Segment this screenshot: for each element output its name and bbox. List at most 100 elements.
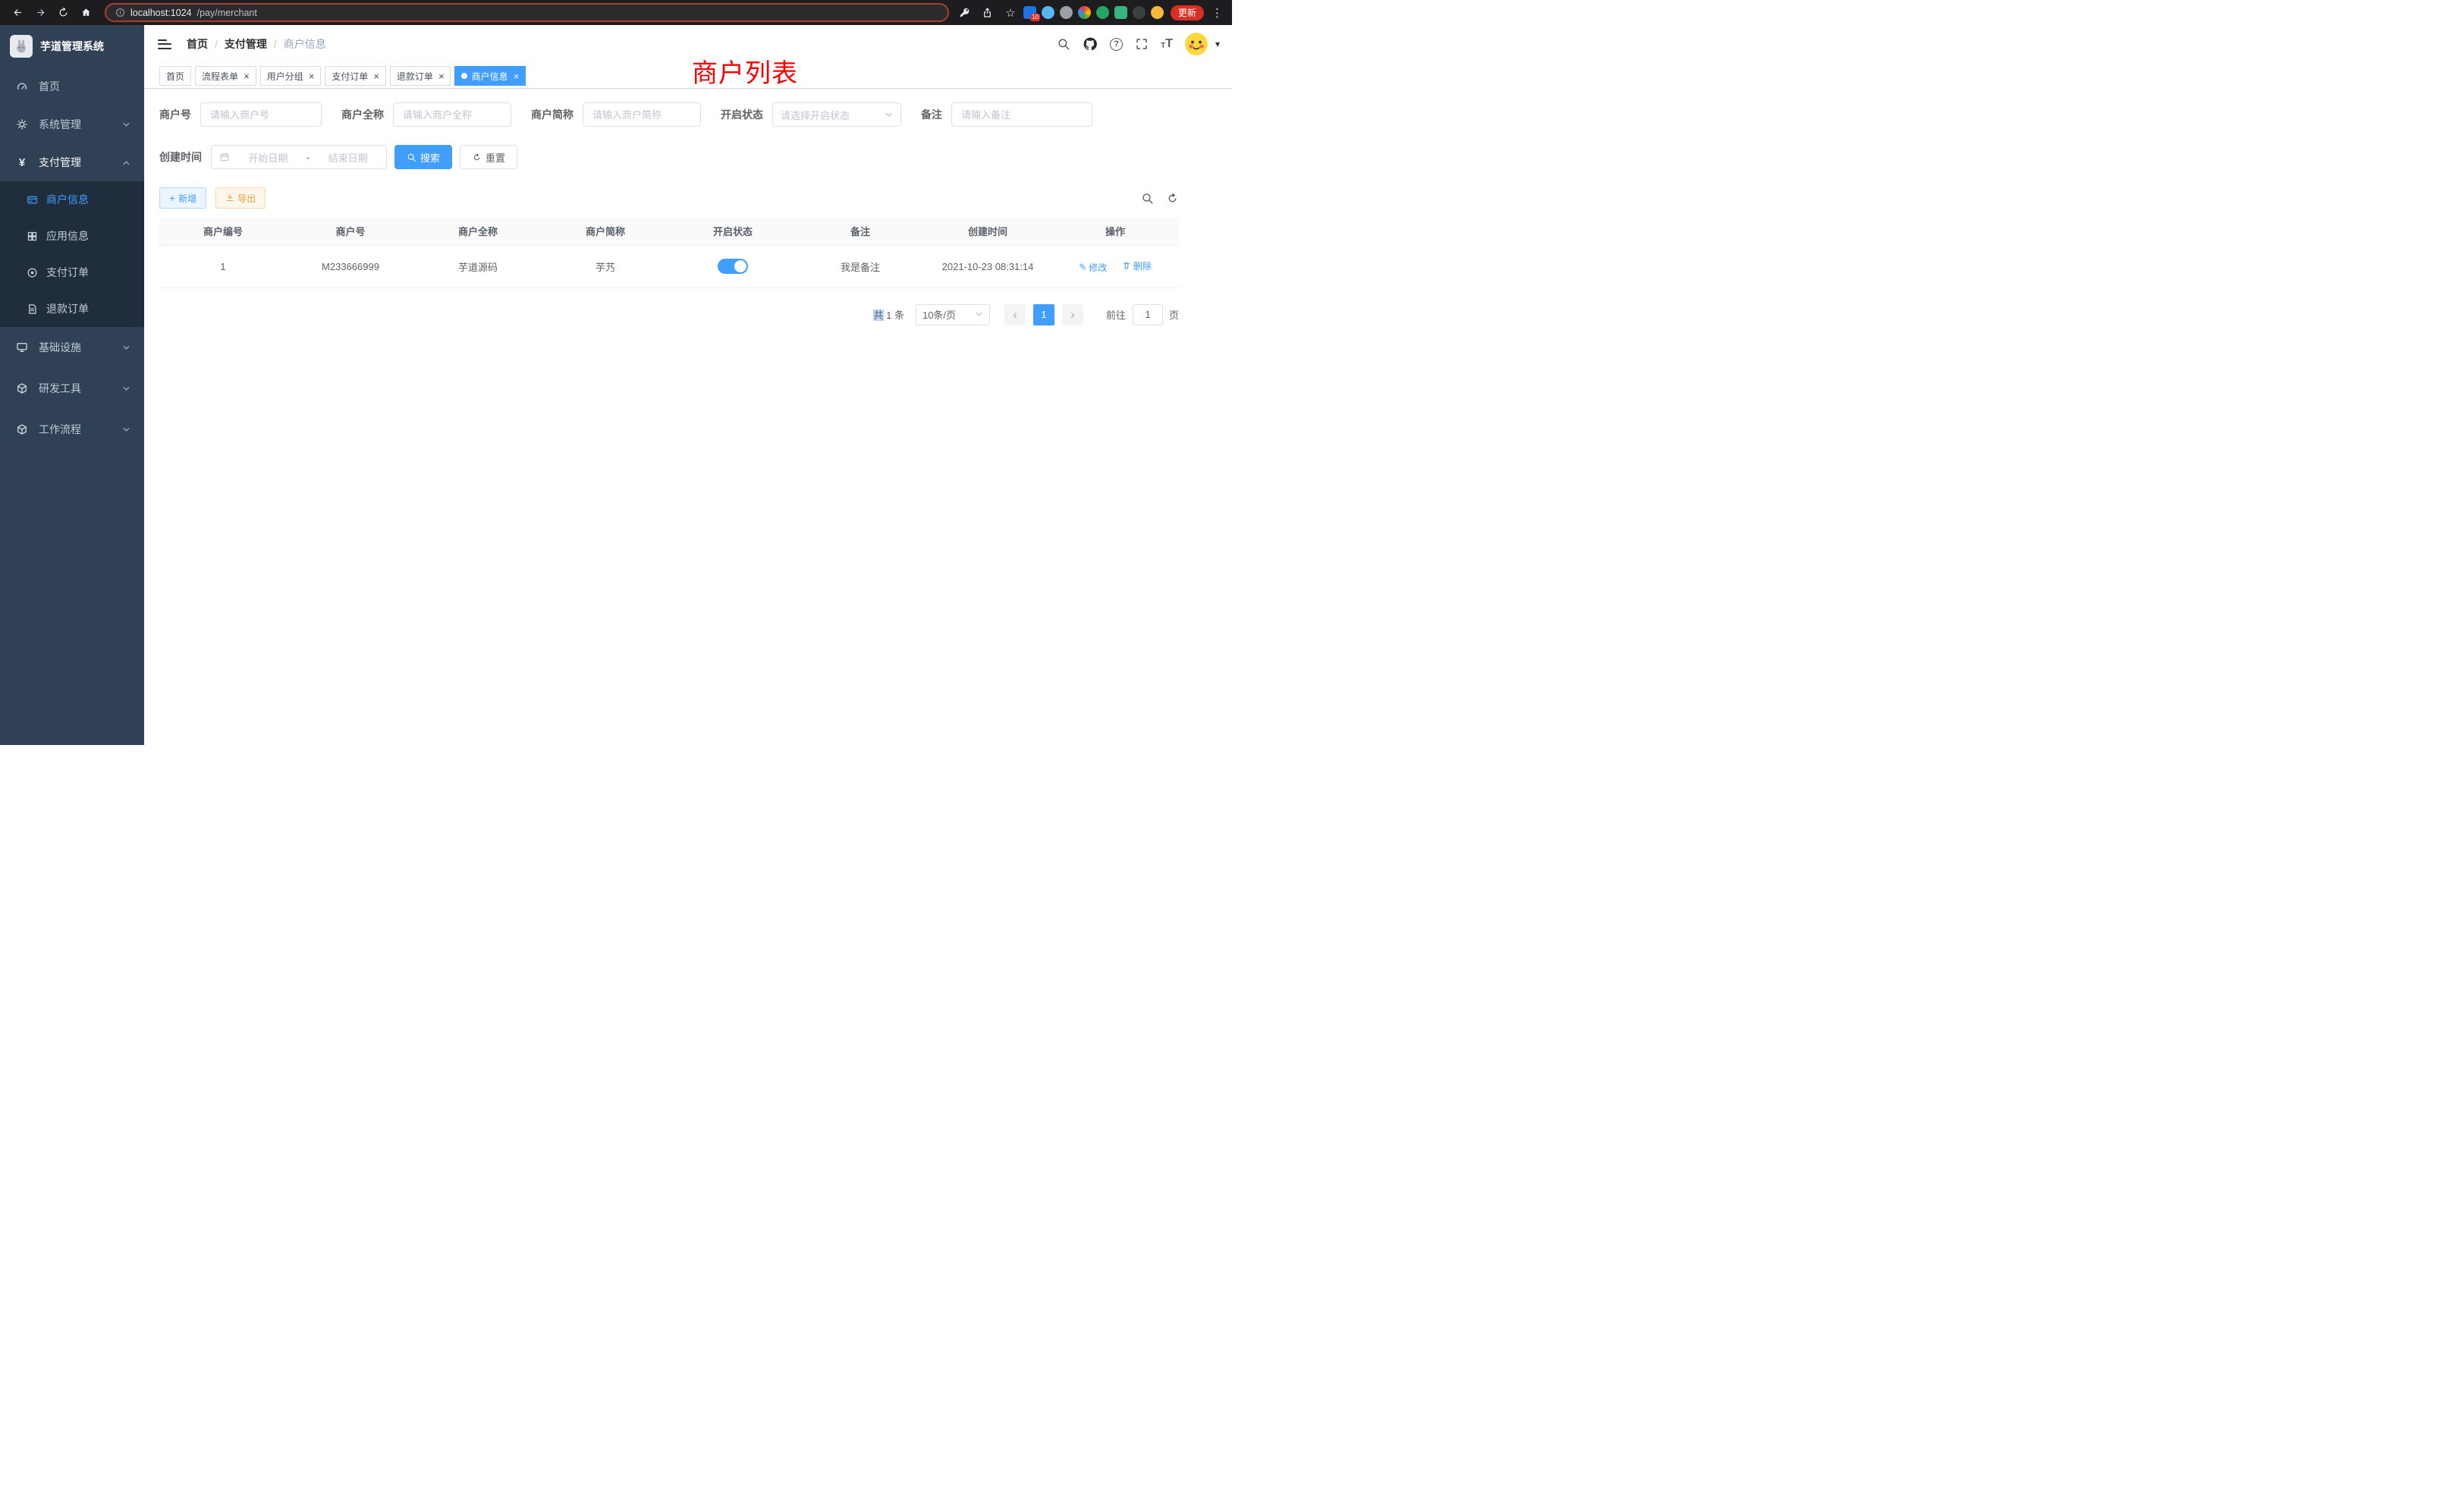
col-header-short-name: 商户简称	[542, 218, 669, 245]
extension-icon-green-square[interactable]	[1114, 6, 1127, 19]
sidebar-item-devtools[interactable]: 研发工具	[0, 368, 144, 409]
breadcrumb-home[interactable]: 首页	[187, 36, 208, 52]
address-bar[interactable]: localhost:1024 /pay/merchant	[105, 3, 949, 22]
tab-user-group[interactable]: 用户分组 ×	[260, 66, 322, 86]
sidebar-item-refund-order[interactable]: 退款订单	[0, 291, 144, 327]
export-button[interactable]: 导出	[215, 187, 266, 209]
font-size-icon[interactable]: TT	[1161, 38, 1173, 50]
extension-badge: 10	[1030, 14, 1040, 21]
avatar[interactable]	[1185, 33, 1208, 55]
table-toolbar: + 新增 导出	[159, 187, 1179, 209]
browser-home-icon[interactable]	[76, 3, 96, 23]
dashboard-icon	[15, 80, 29, 93]
app-logo[interactable]: 芋道管理系统	[0, 25, 144, 68]
show-search-icon[interactable]	[1141, 192, 1154, 205]
tab-close-icon[interactable]: ×	[373, 71, 379, 81]
document-icon	[26, 303, 38, 315]
add-button[interactable]: + 新增	[159, 187, 206, 209]
tab-close-icon[interactable]: ×	[309, 71, 315, 81]
pencil-icon: ✎	[1079, 262, 1086, 272]
tab-refund-order[interactable]: 退款订单 ×	[390, 66, 451, 86]
tab-merchant-info[interactable]: 商户信息 ×	[454, 66, 526, 86]
sidebar-toggle-icon[interactable]	[156, 36, 173, 52]
sidebar-item-workflow[interactable]: 工作流程	[0, 409, 144, 450]
delete-link[interactable]: 删除	[1122, 259, 1152, 272]
browser-back-icon[interactable]	[8, 3, 27, 23]
browser-reload-icon[interactable]	[53, 3, 73, 23]
sidebar-item-app-info[interactable]: 应用信息	[0, 218, 144, 254]
extension-icon-orange-face[interactable]	[1151, 6, 1164, 19]
browser-forward-icon[interactable]	[30, 3, 50, 23]
sidebar-item-infra[interactable]: 基础设施	[0, 327, 144, 368]
bookmark-star-icon[interactable]: ☆	[1001, 3, 1020, 23]
browser-chrome: localhost:1024 /pay/merchant ☆ 10 更新 ⋮	[0, 0, 1232, 25]
page-number-button[interactable]: 1	[1033, 304, 1054, 325]
grid-icon	[26, 231, 38, 242]
tab-close-icon[interactable]: ×	[513, 71, 519, 81]
extension-icon-green-circle[interactable]	[1096, 6, 1109, 19]
date-range-picker[interactable]: 开始日期 - 结束日期	[211, 145, 387, 169]
extension-icon-colorful[interactable]	[1078, 6, 1091, 19]
sidebar-item-label: 应用信息	[46, 228, 89, 244]
main: 首页 / 支付管理 / 商户信息 ? TT ▾	[144, 25, 1232, 745]
sidebar-item-label: 退款订单	[46, 301, 89, 316]
share-icon[interactable]	[978, 3, 998, 23]
sidebar-item-pay[interactable]: ¥ 支付管理	[0, 143, 144, 181]
key-icon[interactable]	[955, 3, 975, 23]
fullscreen-icon[interactable]	[1135, 37, 1149, 51]
merchant-no-input[interactable]	[200, 102, 322, 127]
cell-id: 1	[159, 245, 287, 288]
page-size-select[interactable]: 10条/页	[916, 304, 990, 325]
next-page-button[interactable]: ›	[1062, 304, 1083, 325]
tab-close-icon[interactable]: ×	[244, 71, 250, 81]
tab-pay-order[interactable]: 支付订单 ×	[325, 66, 386, 86]
status-select[interactable]: 请选择开启状态	[772, 102, 901, 127]
github-icon[interactable]	[1083, 36, 1098, 52]
filter-remark: 备注	[921, 102, 1092, 127]
col-header-status: 开启状态	[669, 218, 797, 245]
tab-process-form[interactable]: 流程表单 ×	[195, 66, 256, 86]
site-info-icon[interactable]	[115, 8, 125, 17]
extension-icon-dark[interactable]	[1133, 6, 1146, 19]
reset-button[interactable]: 重置	[460, 145, 517, 169]
refresh-table-icon[interactable]	[1166, 192, 1179, 205]
cell-create-time: 2021-10-23 08:31:14	[924, 245, 1051, 288]
extension-icon-gray[interactable]	[1060, 6, 1073, 19]
remark-input[interactable]	[951, 102, 1092, 127]
caret-down-icon[interactable]: ▾	[1215, 39, 1220, 49]
date-range-separator: -	[306, 152, 310, 163]
extension-icon-blue[interactable]: 10	[1023, 6, 1036, 19]
calendar-icon	[219, 152, 230, 162]
help-icon[interactable]: ?	[1110, 38, 1123, 51]
status-toggle[interactable]	[718, 259, 748, 274]
sidebar-item-label: 首页	[39, 79, 60, 94]
edit-link[interactable]: ✎ 修改	[1079, 261, 1107, 274]
tab-home[interactable]: 首页	[159, 66, 191, 86]
goto-page-input[interactable]	[1133, 304, 1163, 325]
search-icon[interactable]	[1057, 37, 1070, 51]
sidebar-item-label: 基础设施	[39, 340, 81, 355]
col-header-remark: 备注	[797, 218, 924, 245]
search-button[interactable]: 搜索	[394, 145, 452, 169]
cell-actions: ✎ 修改 删除	[1051, 245, 1179, 288]
breadcrumb-pay[interactable]: 支付管理	[225, 36, 267, 52]
breadcrumb: 首页 / 支付管理 / 商户信息	[187, 36, 326, 52]
delete-link-label: 删除	[1133, 259, 1152, 272]
prev-page-button[interactable]: ‹	[1004, 304, 1026, 325]
sidebar-item-system[interactable]: 系统管理	[0, 105, 144, 143]
sidebar-item-label: 支付管理	[39, 155, 81, 170]
breadcrumb-separator: /	[274, 38, 277, 50]
tab-close-icon[interactable]: ×	[438, 71, 445, 81]
short-name-input[interactable]	[583, 102, 701, 127]
extension-icon-droplet[interactable]	[1042, 6, 1054, 19]
browser-update-button[interactable]: 更新	[1171, 5, 1204, 20]
sidebar-item-merchant-info[interactable]: 商户信息	[0, 181, 144, 218]
full-name-input[interactable]	[393, 102, 511, 127]
chevron-down-icon	[885, 111, 893, 119]
browser-menu-icon[interactable]: ⋮	[1210, 6, 1224, 20]
tab-label: 商户信息	[471, 70, 508, 83]
sidebar-item-pay-order[interactable]: 支付订单	[0, 254, 144, 291]
sidebar-item-home[interactable]: 首页	[0, 68, 144, 105]
page-unit-label: 页	[1169, 307, 1179, 322]
cell-short-name: 芋艿	[542, 245, 669, 288]
